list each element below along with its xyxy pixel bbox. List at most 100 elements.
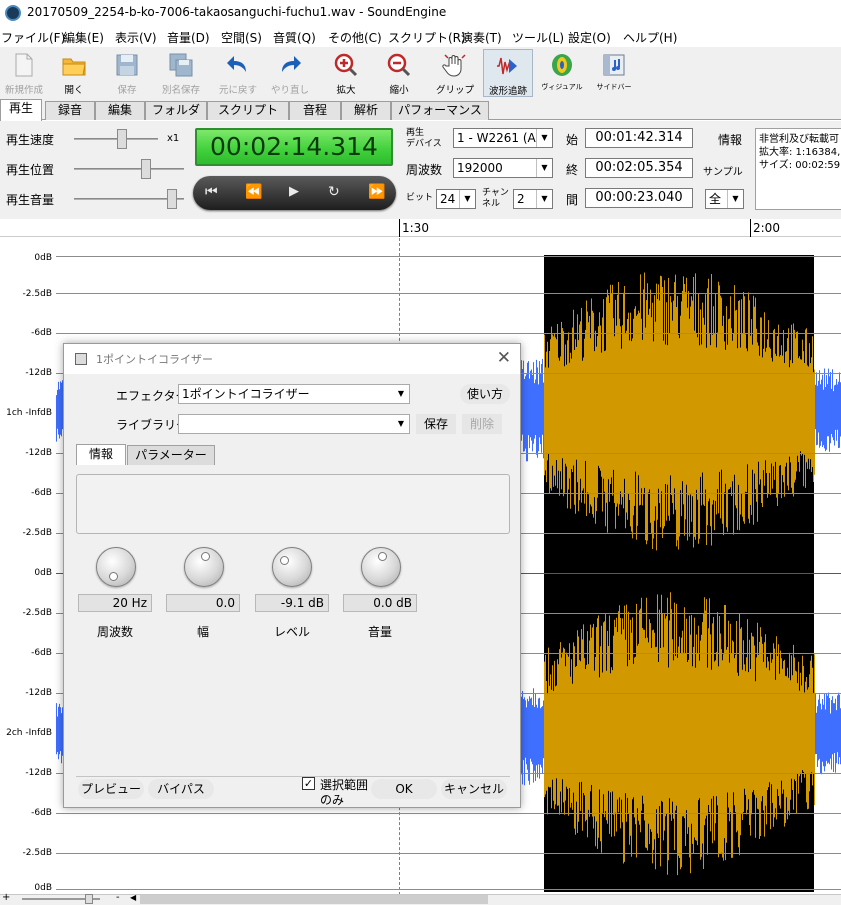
gain-knob[interactable] <box>361 547 401 587</box>
redo-button[interactable]: やり直し <box>267 49 313 97</box>
menu-script[interactable]: スクリプト(R) <box>388 29 466 46</box>
time-ruler[interactable]: 1:30 2:00 <box>0 219 841 237</box>
library-select[interactable]: ▼ <box>178 414 410 434</box>
dialog-tab-info[interactable]: 情報 <box>76 444 126 465</box>
fast-forward-icon[interactable]: ⏩ <box>368 184 385 200</box>
close-icon[interactable]: ✕ <box>497 348 511 368</box>
db-label: -12dB <box>25 768 52 778</box>
zoom-slider-thumb[interactable] <box>85 894 93 904</box>
position-slider-track[interactable] <box>74 168 184 170</box>
zoom-in-button[interactable]: 拡大 <box>323 49 369 97</box>
zoom-minus-icon[interactable]: - <box>116 892 120 903</box>
menu-play[interactable]: 演奏(T) <box>461 29 502 46</box>
grip-button[interactable]: グリップ <box>432 49 478 97</box>
menu-space[interactable]: 空間(S) <box>221 29 262 46</box>
channel-select[interactable]: 2 ▼ <box>513 189 553 209</box>
speed-slider-track[interactable] <box>74 138 158 140</box>
title-bar: 20170509_2254-b-ko-7006-takaosanguchi-fu… <box>0 0 841 26</box>
db-label: 0dB <box>34 253 52 263</box>
level-value[interactable]: -9.1 dB <box>255 594 329 612</box>
cancel-button[interactable]: キャンセル <box>441 779 507 799</box>
tab-folder[interactable]: フォルダ <box>145 101 207 120</box>
menu-settings[interactable]: 設定(O) <box>568 29 611 46</box>
device-select[interactable]: 1 - W2261 (A ▼ <box>453 128 553 148</box>
zoom-plus-icon[interactable]: + <box>2 892 10 903</box>
save-button[interactable]: 保存 <box>105 49 149 97</box>
menu-file[interactable]: ファイル(F) <box>1 29 65 46</box>
menu-quality[interactable]: 音質(Q) <box>273 29 316 46</box>
tab-play[interactable]: 再生 <box>0 99 42 121</box>
menu-help[interactable]: ヘルプ(H) <box>623 29 677 46</box>
sidebar-button[interactable]: サイドバー <box>591 49 637 97</box>
speed-slider-thumb[interactable] <box>117 129 127 149</box>
dialog-window-icon <box>75 353 87 365</box>
effector-select[interactable]: 1ポイントイコライザー ▼ <box>178 384 410 404</box>
chevron-down-icon: ▼ <box>536 190 552 208</box>
length-time-field[interactable]: 00:00:23.040 <box>585 188 693 208</box>
bypass-button[interactable]: バイパス <box>148 779 214 799</box>
frequency-value[interactable]: 20 Hz <box>78 594 152 612</box>
db-label: -2.5dB <box>22 528 52 538</box>
gain-value[interactable]: 0.0 dB <box>343 594 417 612</box>
dialog-tab-params[interactable]: パラメーター <box>127 445 215 465</box>
volume-label: 再生音量 <box>6 193 55 207</box>
position-slider-thumb[interactable] <box>141 159 151 179</box>
menu-tools[interactable]: ツール(L) <box>512 29 564 46</box>
selection-only-checkbox[interactable]: ✓ <box>302 777 315 790</box>
skip-back-icon[interactable]: ⏮ <box>205 184 218 200</box>
wave-track-button[interactable]: 波形追跡 <box>483 49 533 97</box>
time-display: 00:02:14.314 <box>195 128 393 166</box>
tab-edit[interactable]: 編集 <box>95 101 145 120</box>
loop-icon[interactable]: ↻ <box>328 184 340 200</box>
db-label: -12dB <box>25 368 52 378</box>
channel-label-2: ネル <box>482 199 501 209</box>
tab-analysis[interactable]: 解析 <box>341 101 391 120</box>
waveform-selected <box>544 592 815 876</box>
library-delete-button[interactable]: 削除 <box>462 414 502 434</box>
library-save-button[interactable]: 保存 <box>416 414 456 434</box>
gain-knob-label: 音量 <box>367 625 392 639</box>
dialog-title-bar: 1ポイントイコライザー ✕ <box>64 344 520 374</box>
frequency-knob[interactable] <box>96 547 136 587</box>
unit-select[interactable]: 全 ▼ <box>705 189 744 209</box>
play-icon[interactable]: ▶ <box>289 184 299 199</box>
menu-view[interactable]: 表示(V) <box>115 29 157 46</box>
level-knob[interactable] <box>272 547 312 587</box>
start-time-field[interactable]: 00:01:42.314 <box>585 128 693 148</box>
wave-track-icon <box>497 57 517 75</box>
save-as-button[interactable]: 別名保存 <box>157 49 205 97</box>
volume-slider-thumb[interactable] <box>167 189 177 209</box>
bit-select[interactable]: 24 ▼ <box>436 189 476 209</box>
freq-select[interactable]: 192000 ▼ <box>453 158 553 178</box>
horizontal-scrollbar[interactable]: + - ◀ <box>0 892 841 905</box>
open-button[interactable]: 開く <box>52 49 96 97</box>
scroll-thumb[interactable] <box>140 895 488 904</box>
new-file-button[interactable]: 新規作成 <box>2 49 46 97</box>
rewind-icon[interactable]: ⏪ <box>245 184 262 200</box>
tab-pitch[interactable]: 音程 <box>289 101 341 120</box>
usage-button[interactable]: 使い方 <box>460 384 510 404</box>
tab-performance[interactable]: パフォーマンス <box>391 101 489 120</box>
width-knob[interactable] <box>184 547 224 587</box>
menu-volume[interactable]: 音量(D) <box>167 29 210 46</box>
scroll-left-icon[interactable]: ◀ <box>130 893 136 902</box>
main-tabs: 再生 録音 編集 フォルダ スクリプト 音程 解析 パフォーマンス <box>0 99 841 121</box>
dialog-title: 1ポイントイコライザー <box>96 353 213 366</box>
tab-record[interactable]: 録音 <box>45 101 95 120</box>
preview-button[interactable]: プレビュー <box>78 779 144 799</box>
zoom-out-button[interactable]: 縮小 <box>376 49 422 97</box>
db-label-ch1-center: 1ch -InfdB <box>6 408 52 418</box>
start-label: 始 <box>566 133 579 147</box>
width-knob-label: 幅 <box>196 625 209 639</box>
ok-button[interactable]: OK <box>371 779 437 799</box>
toolbar: 新規作成 開く 保存 別名保存 元に戻す やり直し 拡大 縮小 グリップ 波形追… <box>0 47 841 99</box>
visual-button[interactable]: ヴィジュアル <box>539 49 585 97</box>
menu-edit[interactable]: 編集(E) <box>63 29 104 46</box>
menu-other[interactable]: その他(C) <box>328 29 382 46</box>
end-time-field[interactable]: 00:02:05.354 <box>585 158 693 178</box>
undo-button[interactable]: 元に戻す <box>215 49 261 97</box>
bit-label: ビット <box>406 193 434 203</box>
tab-script[interactable]: スクリプト <box>207 101 289 120</box>
width-value[interactable]: 0.0 <box>166 594 240 612</box>
info-label: 情報 <box>718 133 743 147</box>
